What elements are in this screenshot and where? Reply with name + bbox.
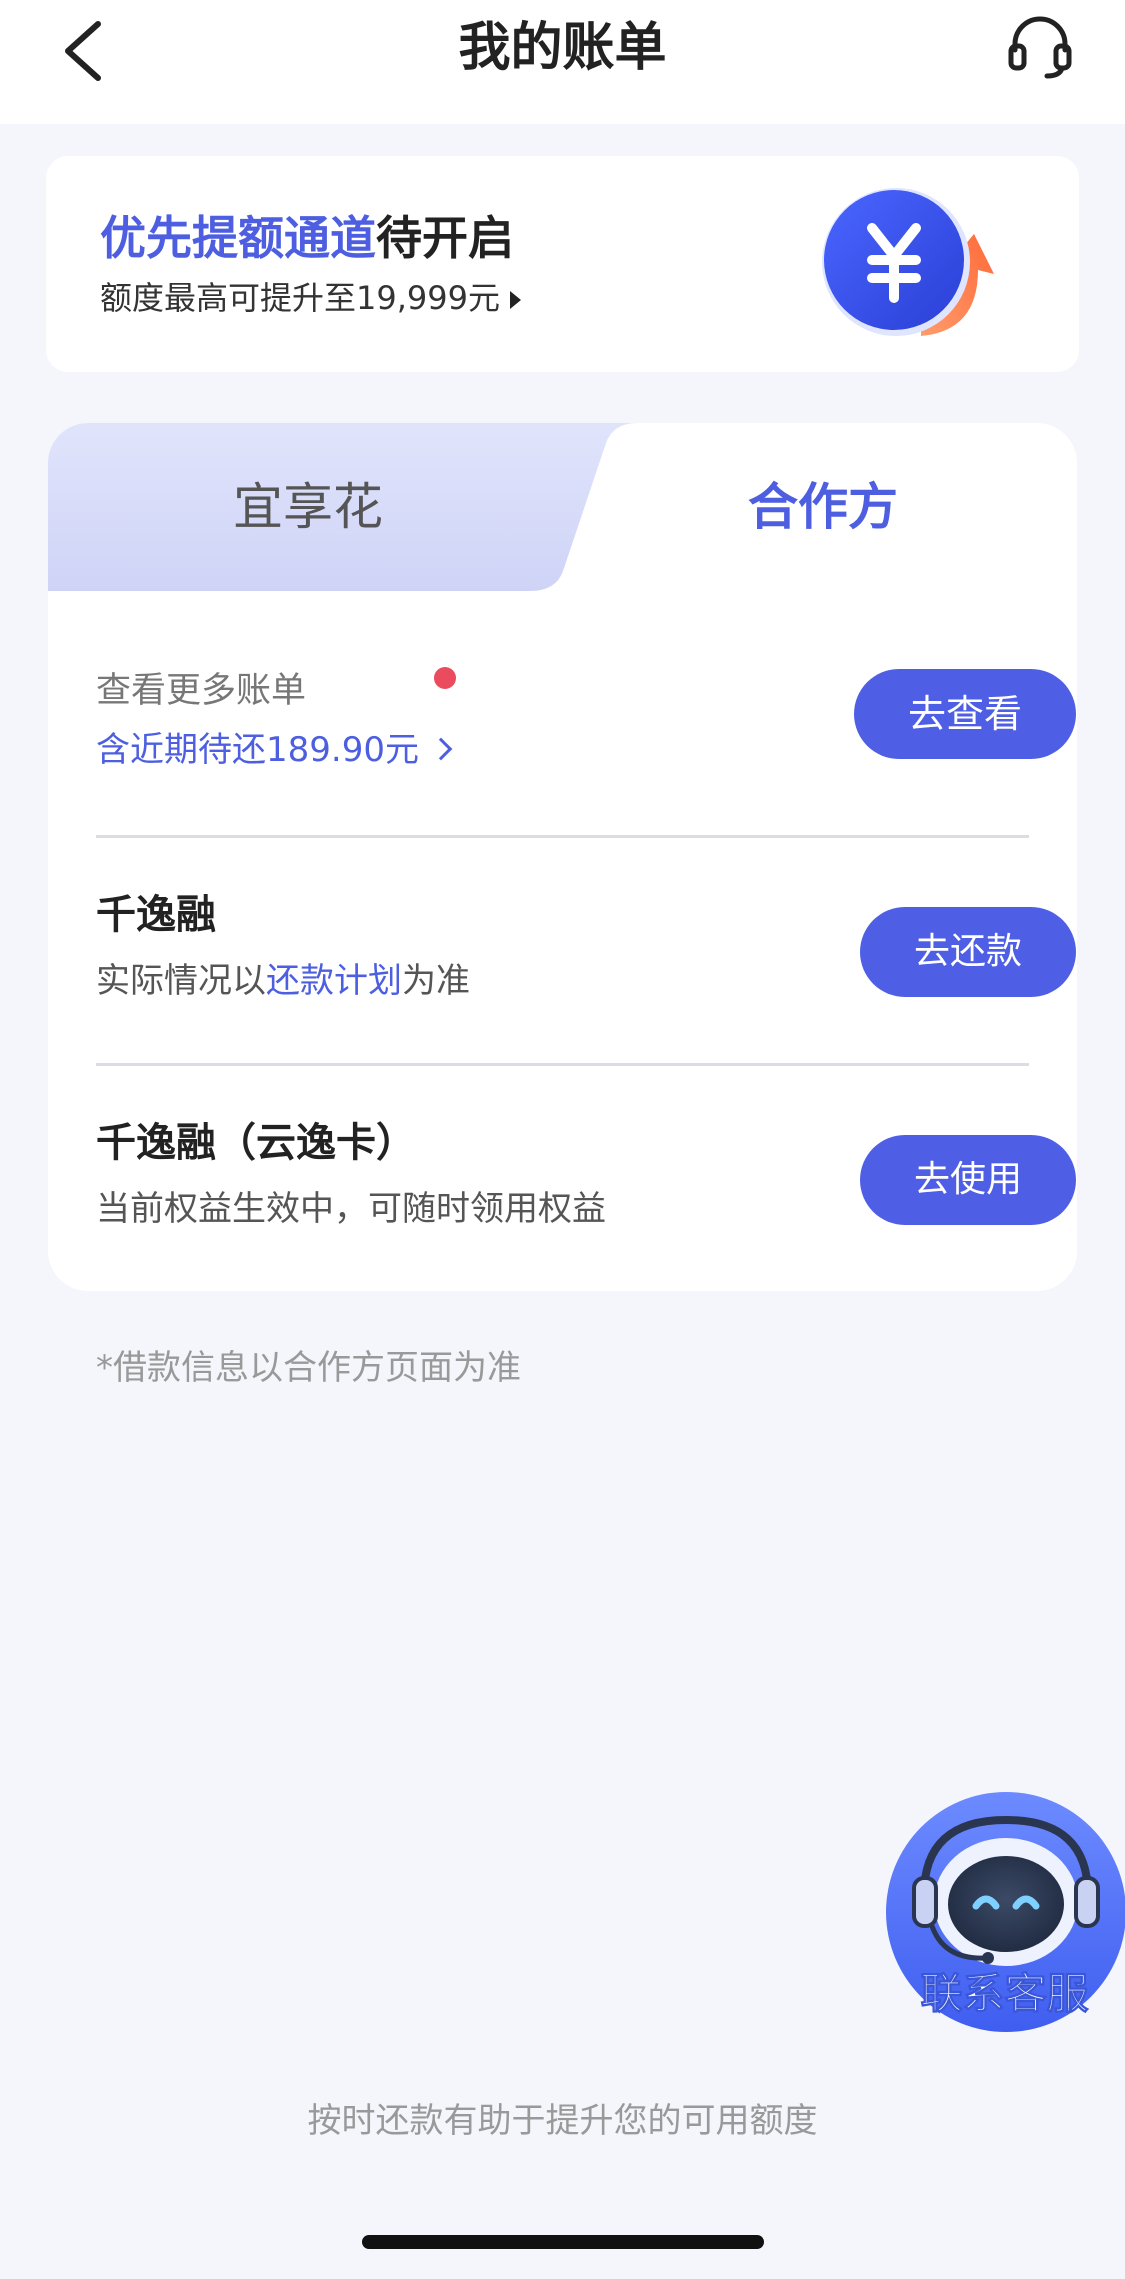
partner-desc-suffix: 为准 — [402, 961, 470, 1001]
partner-desc: 实际情况以还款计划为准 — [96, 955, 470, 1007]
home-indicator — [362, 2235, 764, 2249]
view-bills-button[interactable]: 去查看 — [854, 669, 1076, 759]
use-button[interactable]: 去使用 — [860, 1135, 1076, 1225]
footnote: *借款信息以合作方页面为准 — [96, 1348, 521, 1388]
bills-card: 宜享花 合作方 查看更多账单 含近期待还189.90元 去查看 千逸融 实际情况… — [48, 423, 1077, 1291]
credit-boost-card[interactable]: 优先提额通道待开启 额度最高可提升至19,999元 — [46, 156, 1079, 372]
tab-partners[interactable]: 合作方 — [608, 423, 1038, 591]
partner-desc: 当前权益生效中，可随时领用权益 — [96, 1189, 606, 1229]
more-bills-row: 查看更多账单 含近期待还189.90元 去查看 — [96, 663, 1076, 783]
partner-row-yunyi-card: 千逸融（云逸卡） 当前权益生效中，可随时领用权益 去使用 — [96, 1113, 1076, 1253]
divider — [96, 835, 1029, 838]
chevron-right-icon — [429, 737, 453, 760]
tab-bar: 宜享花 合作方 — [48, 423, 1077, 591]
headset-icon — [1008, 16, 1072, 79]
triangle-right-icon — [509, 291, 521, 309]
repayment-plan-link[interactable]: 还款计划 — [266, 961, 402, 1001]
partner-name: 千逸融（云逸卡） — [96, 1120, 416, 1166]
partner-name: 千逸融 — [96, 892, 216, 938]
tab-yixianghua[interactable]: 宜享花 — [48, 423, 568, 591]
partner-row-qianyirong: 千逸融 实际情况以还款计划为准 去还款 — [96, 885, 1076, 1025]
notification-dot — [434, 667, 456, 689]
yuan-upgrade-icon — [822, 188, 994, 336]
pending-repayment-text: 含近期待还189.90元 — [96, 730, 419, 770]
bottom-tip: 按时还款有助于提升您的可用额度 — [307, 2101, 818, 2141]
promo-subtitle-link[interactable]: 额度最高可提升至19,999元 — [100, 276, 521, 320]
more-bills-title: 查看更多账单 — [96, 671, 307, 711]
customer-service-button[interactable] — [1005, 10, 1075, 80]
page-title: 我的账单 — [458, 18, 667, 78]
promo-title: 优先提额通道待开启 — [100, 208, 514, 268]
partner-desc-prefix: 实际情况以 — [96, 961, 266, 1001]
nav-bar: 我的账单 — [0, 0, 1125, 124]
promo-title-rest: 待开启 — [376, 211, 514, 265]
divider — [96, 1063, 1029, 1066]
contact-service-label: 联系客服 — [920, 1969, 1089, 2019]
promo-subtitle: 额度最高可提升至19,999元 — [100, 279, 500, 317]
contact-service-float-button[interactable]: 联系客服 — [884, 1790, 1125, 2035]
pending-repayment-link[interactable]: 含近期待还189.90元 — [96, 723, 453, 777]
repay-button[interactable]: 去还款 — [860, 907, 1076, 997]
promo-title-highlight: 优先提额通道 — [100, 211, 376, 265]
